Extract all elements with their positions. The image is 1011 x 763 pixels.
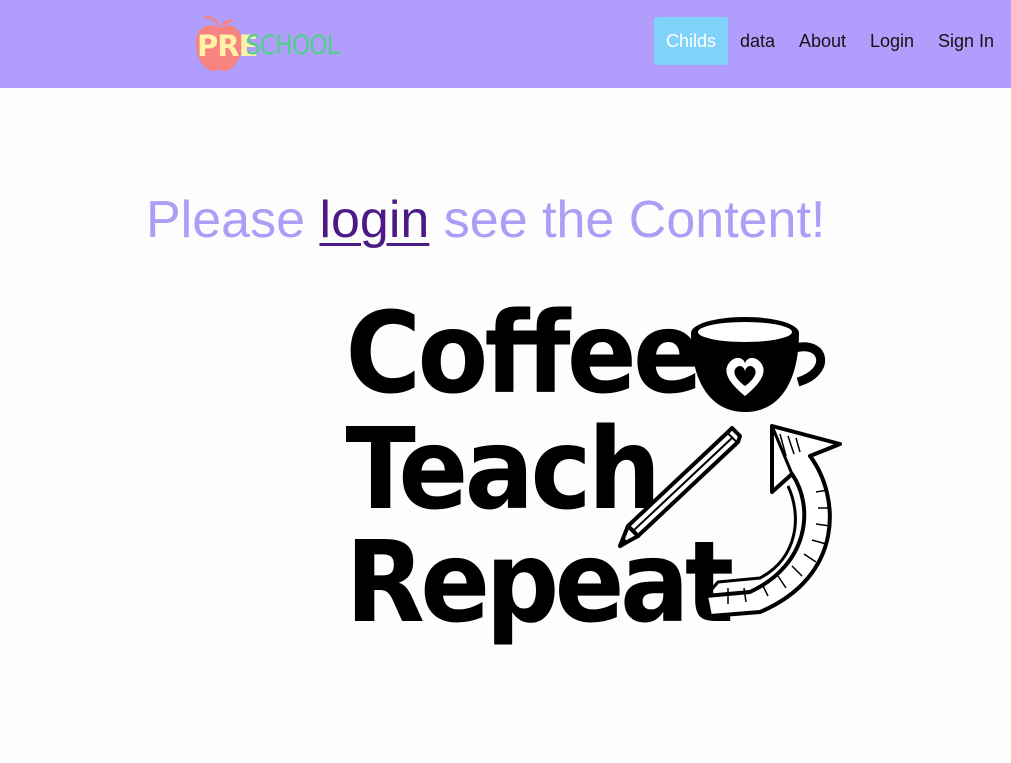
nav-sign-in[interactable]: Sign In: [938, 17, 994, 65]
preschool-logo[interactable]: PRE SCHOOL: [192, 14, 340, 74]
artwork-word-repeat: Repeat: [346, 518, 732, 648]
nav-childs[interactable]: Childs: [654, 17, 728, 65]
login-prompt-heading: Please login see the Content!: [146, 189, 825, 251]
artwork-word-teach: Teach: [346, 405, 658, 535]
navbar: PRE SCHOOL Childs data About Login Sign …: [0, 0, 1011, 88]
nav-data[interactable]: data: [740, 17, 775, 65]
headline-before: Please: [146, 191, 320, 249]
coffee-cup-icon: [691, 317, 825, 412]
headline-after: see the Content!: [429, 191, 826, 249]
nav-about[interactable]: About: [799, 17, 846, 65]
coffee-teach-repeat-artwork: Coffee Teach Repeat: [346, 296, 842, 648]
logo-suffix: SCHOOL: [246, 30, 340, 61]
nav-login[interactable]: Login: [870, 17, 914, 65]
login-link[interactable]: login: [319, 191, 429, 249]
artwork-word-coffee: Coffee: [346, 296, 700, 419]
